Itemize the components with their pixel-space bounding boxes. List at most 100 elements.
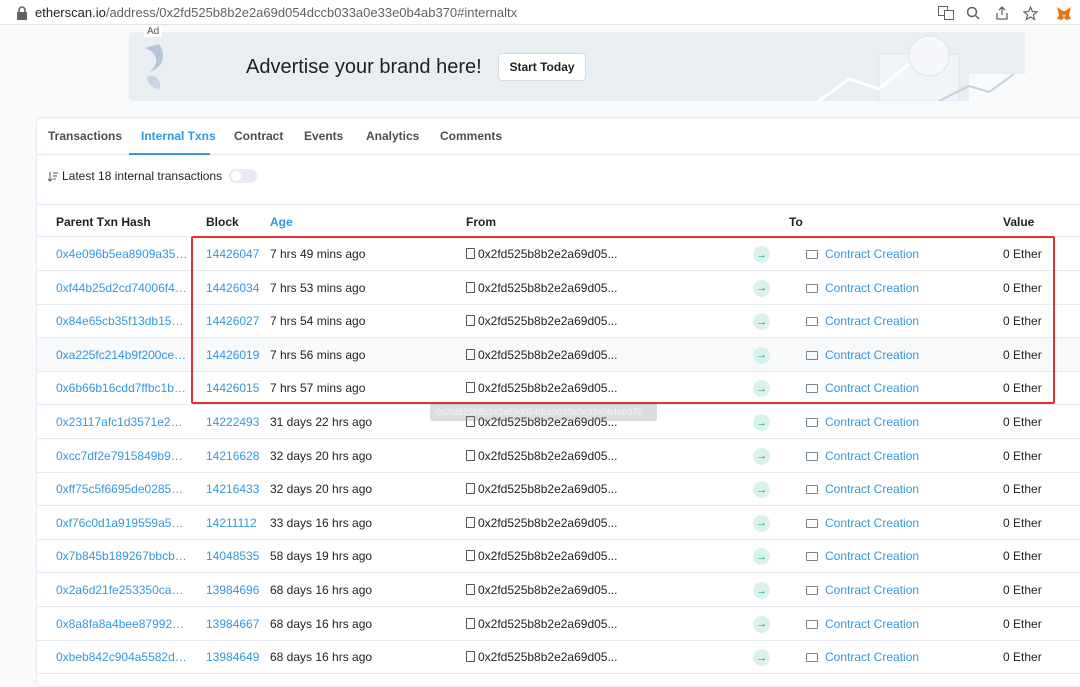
share-icon[interactable] — [993, 4, 1011, 22]
col-age[interactable]: Age — [270, 215, 293, 229]
arrow-right-icon: → — [753, 514, 770, 532]
block-link[interactable]: 13984649 — [206, 650, 259, 664]
arrow-right-icon: → — [753, 246, 770, 263]
metamask-fox-icon[interactable] — [1055, 4, 1073, 22]
table-row: 0xcc7df2e7915849b99c9... 14216628 32 days … — [37, 439, 1080, 473]
to-contract-creation-link[interactable]: Contract Creation — [806, 482, 919, 496]
address-bar[interactable]: etherscan.io/address/0x2fd525b8b2e2a69d0… — [0, 0, 1080, 25]
age-text: 7 hrs 49 mins ago — [270, 247, 366, 261]
from-address: 0x2fd525b8b2e2a69d05... — [466, 348, 617, 362]
parent-txn-hash-link[interactable]: 0x6b66b16cdd7ffbc1bf83... — [56, 381, 188, 395]
from-address: 0x2fd525b8b2e2a69d05... — [466, 650, 617, 664]
from-address: 0x2fd525b8b2e2a69d05... — [466, 314, 617, 328]
to-contract-creation-link[interactable]: Contract Creation — [806, 650, 919, 664]
ad-illustration — [818, 35, 1025, 101]
to-contract-creation-link[interactable]: Contract Creation — [806, 583, 919, 597]
to-text: Contract Creation — [825, 515, 920, 530]
table-row: 0x7b845b189267bbcbed... 14048535 58 days 1… — [37, 539, 1080, 574]
url-text[interactable]: etherscan.io/address/0x2fd525b8b2e2a69d0… — [35, 5, 517, 20]
age-text: 58 days 19 hrs ago — [270, 549, 373, 564]
from-address: 0x2fd525b8b2e2a69d05... — [466, 549, 617, 563]
to-contract-creation-link[interactable]: Contract Creation — [806, 381, 919, 395]
contract-doc-icon — [466, 483, 475, 495]
to-text: Contract Creation — [825, 448, 920, 463]
tab-analytics[interactable]: Analytics — [366, 129, 419, 143]
age-text: 33 days 16 hrs ago — [270, 515, 373, 530]
col-from: From — [466, 215, 496, 229]
from-address-text: 0x2fd525b8b2e2a69d05... — [478, 549, 618, 564]
tab-internal-txns[interactable]: Internal Txns — [141, 129, 216, 143]
table-row: 0xa225fc214b9f200ce58... 14426019 7 hrs 56… — [37, 337, 1080, 372]
parent-txn-hash-link[interactable]: 0xff75c5f6695de028520... — [56, 482, 188, 496]
block-link[interactable]: 14426015 — [206, 381, 259, 395]
age-text: 7 hrs 57 mins ago — [270, 381, 366, 396]
parent-txn-hash-link[interactable]: 0x84e65cb35f13db15a4... — [56, 314, 188, 328]
contract-creation-icon — [806, 283, 818, 293]
parent-txn-hash-link[interactable]: 0xcc7df2e7915849b99c9... — [56, 449, 188, 463]
parent-txn-hash-link[interactable]: 0x23117afc1d3571e276... — [56, 415, 188, 429]
table-row: 0x84e65cb35f13db15a4... 14426027 7 hrs 54 … — [37, 304, 1080, 339]
contract-creation-icon — [806, 317, 818, 327]
to-contract-creation-link[interactable]: Contract Creation — [806, 281, 919, 295]
parent-txn-hash-link[interactable]: 0xbeb842c904a5582d84... — [56, 650, 188, 664]
block-link[interactable]: 14426047 — [206, 247, 259, 261]
to-text: Contract Creation — [825, 415, 920, 429]
from-address: 0x2fd525b8b2e2a69d05... — [466, 617, 617, 631]
arrow-right-icon: → — [753, 615, 770, 633]
block-link[interactable]: 14048535 — [206, 549, 259, 563]
parent-txn-hash-link[interactable]: 0x4e096b5ea8909a3550... — [56, 247, 188, 261]
parent-txn-hash-link[interactable]: 0xf44b25d2cd74006f48c... — [56, 281, 188, 295]
to-contract-creation-link[interactable]: Contract Creation — [806, 449, 919, 463]
advanced-toggle[interactable] — [229, 169, 258, 183]
block-link[interactable]: 14211112 — [206, 516, 257, 530]
from-address-text: 0x2fd525b8b2e2a69d05... — [478, 448, 618, 463]
block-link[interactable]: 13984667 — [206, 617, 259, 631]
block-link[interactable]: 14216433 — [206, 482, 259, 496]
value-text: 0 Ether — [1003, 549, 1042, 564]
age-text: 31 days 22 hrs ago — [270, 415, 373, 429]
to-contract-creation-link[interactable]: Contract Creation — [806, 348, 919, 362]
contract-doc-icon — [466, 248, 475, 259]
parent-txn-hash-link[interactable]: 0x7b845b189267bbcbed... — [56, 549, 188, 563]
value-text: 0 Ether — [1003, 650, 1042, 665]
arrow-right-icon: → — [753, 481, 770, 499]
table-header: Parent Txn Hash Block Age From To Value — [37, 204, 1080, 237]
block-link[interactable]: 13984696 — [206, 583, 259, 597]
bookmark-star-icon[interactable] — [1021, 4, 1039, 22]
col-value: Value — [1003, 215, 1035, 229]
start-today-button[interactable]: Start Today — [498, 53, 586, 81]
contract-creation-icon — [806, 653, 818, 663]
to-contract-creation-link[interactable]: Contract Creation — [806, 516, 919, 530]
ad-banner[interactable]: Advertise your brand here! Start Today — [129, 32, 1025, 101]
block-link[interactable]: 14426019 — [206, 348, 259, 362]
tab-contract[interactable]: Contract — [234, 129, 283, 143]
parent-txn-hash-link[interactable]: 0x2a6d21fe253350cae9... — [56, 583, 188, 597]
to-contract-creation-link[interactable]: Contract Creation — [806, 415, 919, 429]
to-contract-creation-link[interactable]: Contract Creation — [806, 549, 919, 563]
contract-creation-icon — [806, 350, 818, 360]
block-link[interactable]: 14426034 — [206, 281, 259, 295]
tab-comments[interactable]: Comments — [440, 129, 502, 143]
col-parent-hash: Parent Txn Hash — [56, 215, 151, 229]
age-text: 68 days 16 hrs ago — [270, 650, 373, 665]
from-address-text: 0x2fd525b8b2e2a69d05... — [478, 616, 618, 631]
translate-icon[interactable] — [937, 4, 955, 22]
sort-icon — [48, 171, 58, 182]
to-contract-creation-link[interactable]: Contract Creation — [806, 617, 919, 631]
age-text: 7 hrs 54 mins ago — [270, 314, 366, 329]
table-row: 0xbeb842c904a5582d84... 13984649 68 days 1… — [37, 640, 1080, 675]
parent-txn-hash-link[interactable]: 0xf76c0d1a919559a542... — [56, 516, 188, 530]
to-contract-creation-link[interactable]: Contract Creation — [806, 314, 919, 328]
from-address-text: 0x2fd525b8b2e2a69d05... — [478, 482, 618, 497]
parent-txn-hash-link[interactable]: 0x8a8fa8a4bee879923e... — [56, 617, 188, 631]
tab-events[interactable]: Events — [304, 129, 343, 143]
zoom-icon[interactable] — [964, 4, 982, 22]
to-contract-creation-link[interactable]: Contract Creation — [806, 247, 919, 261]
parent-txn-hash-link[interactable]: 0xa225fc214b9f200ce58... — [56, 348, 188, 362]
block-link[interactable]: 14216628 — [206, 449, 259, 463]
url-host: etherscan.io — [35, 5, 106, 20]
block-link[interactable]: 14426027 — [206, 314, 259, 328]
tab-transactions[interactable]: Transactions — [48, 129, 122, 143]
block-link[interactable]: 14222493 — [206, 415, 259, 429]
age-text: 68 days 16 hrs ago — [270, 583, 373, 597]
